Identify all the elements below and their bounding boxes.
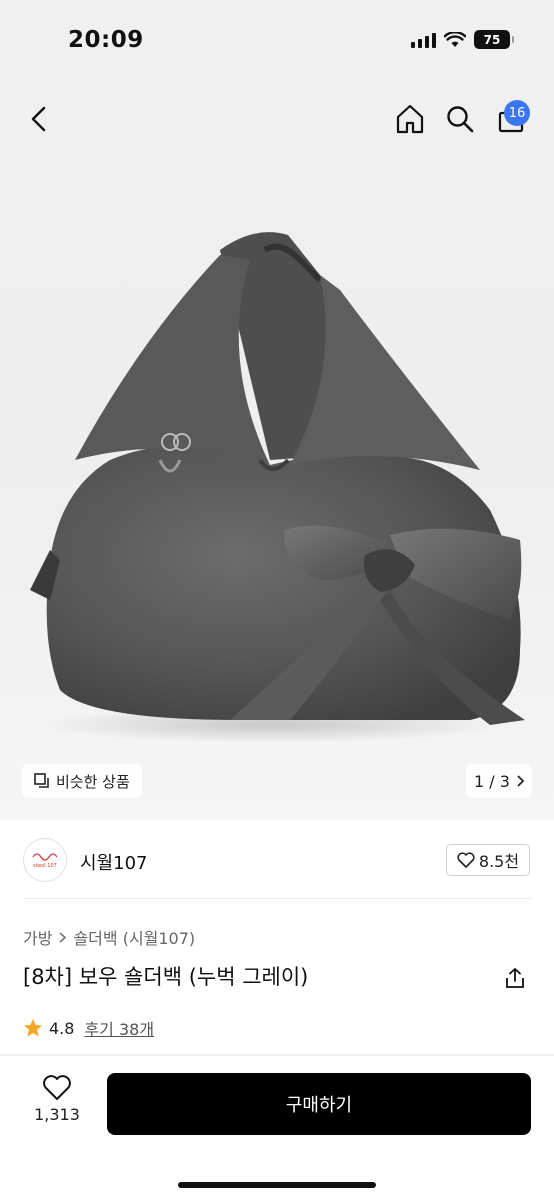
back-button[interactable] [22,101,58,137]
brand-like-count: 8.5천 [478,852,520,871]
status-bar: 20:09 75 [0,0,554,84]
similar-products-button[interactable]: 비슷한 상품 [22,764,142,798]
home-indicator [178,1182,376,1188]
breadcrumb: 가방 숄더백 (시월107) [23,925,195,949]
copy-icon [34,773,49,788]
status-icons: 75 [411,30,514,49]
image-pager[interactable]: 1 / 3 [466,764,532,798]
heart-icon [43,1075,71,1100]
battery-icon: 75 [474,30,514,49]
signal-icon [411,32,436,48]
divider [23,898,531,899]
product-title-row: [8차] 보우 숄더백 (누벅 그레이) [23,960,531,996]
brand-like-button[interactable]: 8.5천 [446,844,530,876]
wishlist-count: 1,313 [34,1105,80,1124]
cart-count-badge: 16 [504,100,530,126]
search-icon [447,106,474,133]
brand-logo-mark: siwol.107 [32,853,58,869]
heart-icon [457,852,475,868]
share-icon [506,968,524,988]
star-icon [24,1019,42,1037]
home-button[interactable] [392,101,428,137]
chevron-right-icon [517,775,524,787]
buy-button[interactable]: 구매하기 [107,1073,531,1135]
rating-row: 4.8 후기 38개 [23,1016,154,1040]
bottom-action-bar: 1,313 구매하기 [0,1056,554,1200]
svg-text:siwol.107: siwol.107 [33,863,57,869]
reviews-link[interactable]: 후기 38개 [84,1016,154,1040]
brand-row[interactable]: siwol.107 시월107 8.5천 [0,836,554,886]
chevron-right-icon [59,931,67,943]
pager-text: 1 / 3 [474,771,510,791]
top-nav [0,95,554,145]
product-image[interactable] [20,220,534,760]
product-title: [8차] 보우 숄더백 (누벅 그레이) [23,965,309,989]
search-button[interactable] [442,101,478,137]
similar-products-label: 비슷한 상품 [56,772,130,791]
status-time: 20:09 [68,27,144,53]
share-button[interactable] [499,962,531,994]
wifi-icon [444,31,466,47]
back-arrow-icon [31,106,46,132]
wishlist-button[interactable]: 1,313 [22,1074,92,1134]
breadcrumb-category[interactable]: 가방 [23,925,52,949]
brand-logo[interactable]: siwol.107 [23,838,67,882]
breadcrumb-subcategory[interactable]: 숄더백 (시월107) [73,925,195,949]
home-icon [396,104,424,134]
rating-value: 4.8 [49,1018,75,1038]
product-gallery[interactable]: 20:09 75 16 비슷한 상품 1 / 3 [0,0,554,820]
brand-name[interactable]: 시월107 [80,849,147,875]
